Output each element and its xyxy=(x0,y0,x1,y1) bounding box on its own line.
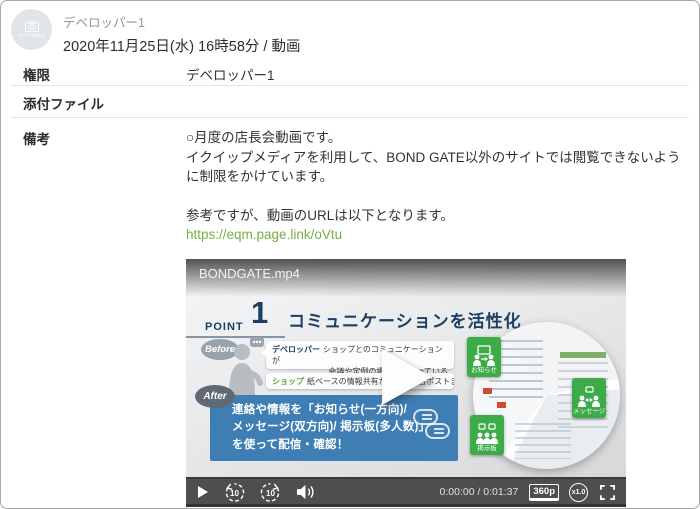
avatar: NO PHOTO xyxy=(11,9,52,50)
screenshot-texture xyxy=(497,402,506,408)
forward-10-button[interactable]: 10 xyxy=(260,482,281,503)
post-header: NO PHOTO デベロッパー1 2020年11月25日(水) 16時58分 /… xyxy=(11,9,300,56)
bubble-tag: ショップ xyxy=(272,377,304,386)
playback-speed-button[interactable]: x1.0 xyxy=(569,483,588,502)
play-overlay-button[interactable] xyxy=(378,347,436,409)
after-line-3: を使って配信・確認！ xyxy=(232,437,430,454)
after-badge: After xyxy=(195,385,235,408)
badge-keijiban: 掲示板 xyxy=(470,415,504,455)
video-url-link[interactable]: https://eqm.page.link/oVtu xyxy=(186,227,342,242)
quality-button[interactable]: 360p xyxy=(529,484,559,501)
permission-label: 権限 xyxy=(23,64,50,84)
divider xyxy=(11,117,689,118)
author-name: デベロッパー1 xyxy=(63,12,300,31)
remarks-spacer xyxy=(186,187,691,206)
chat-bubble-icon xyxy=(425,423,450,439)
remarks-line-1: ○月度の店長会動画です。 xyxy=(186,128,691,148)
badge-label: 掲示板 xyxy=(477,445,497,453)
volume-icon xyxy=(296,484,315,500)
after-message-text: 連絡や情報を「お知らせ(一方向)/ メッセージ(双方向)/ 掲示板(多人数)」 … xyxy=(232,402,430,454)
fullscreen-icon xyxy=(600,485,615,500)
badge-message: メッセージ xyxy=(572,378,606,418)
slide-point-label: POINT xyxy=(205,321,244,333)
video-screen[interactable]: BONDGATE.mp4 POINT 1 コミュニケーションを活性化 Befor… xyxy=(186,259,626,477)
divider xyxy=(11,85,689,86)
post-header-text: デベロッパー1 2020年11月25日(水) 16時58分 / 動画 xyxy=(63,9,300,56)
avatar-no-photo-label: NO PHOTO xyxy=(18,33,45,38)
time-display: 0:00:00 / 0:01:37 xyxy=(440,486,519,498)
bulletin-board-people-icon xyxy=(475,423,499,445)
fullscreen-button[interactable] xyxy=(600,485,615,500)
permission-value: デベロッパー1 xyxy=(186,64,275,84)
video-control-bar: 10 10 0:00:00 / 0:01:37 360p x xyxy=(186,477,626,507)
message-people-icon xyxy=(577,386,601,408)
screenshot-texture xyxy=(483,388,492,394)
attachments-label: 添付ファイル xyxy=(23,93,104,113)
slide-heading: コミュニケーションを活性化 xyxy=(288,307,522,332)
forward-10-icon: 10 xyxy=(260,482,281,503)
remarks-line-3: 参考ですが、動画のURLは以下となります。 xyxy=(186,206,691,226)
rewind-10-button[interactable]: 10 xyxy=(224,482,245,503)
remarks-label: 備考 xyxy=(23,128,50,148)
screenshot-texture xyxy=(560,352,606,358)
camera-icon xyxy=(25,21,39,32)
announcement-people-icon xyxy=(472,345,496,367)
svg-text:10: 10 xyxy=(266,488,276,497)
video-filename: BONDGATE.mp4 xyxy=(199,266,300,281)
rewind-10-icon: 10 xyxy=(224,482,245,503)
video-player[interactable]: BONDGATE.mp4 POINT 1 コミュニケーションを活性化 Befor… xyxy=(186,259,626,507)
remarks-line-2: イクイップメディアを利用して、BOND GATE以外のサイトでは閲覧できないよう… xyxy=(186,148,691,187)
after-line-2: メッセージ(双方向)/ 掲示板(多人数)」 xyxy=(232,419,430,436)
bubble-tag: デベロッパー xyxy=(272,345,320,354)
svg-text:10: 10 xyxy=(230,488,240,497)
post-detail-page: NO PHOTO デベロッパー1 2020年11月25日(水) 16時58分 /… xyxy=(0,0,700,509)
badge-oshirase: お知らせ xyxy=(467,337,501,377)
play-overlay-icon xyxy=(378,347,436,409)
screenshot-texture xyxy=(515,423,571,459)
volume-button[interactable] xyxy=(296,484,315,500)
badge-label: メッセージ xyxy=(573,408,605,416)
play-button[interactable] xyxy=(197,485,209,499)
person-icon xyxy=(228,335,268,395)
play-icon xyxy=(197,485,209,499)
remarks-content: ○月度の店長会動画です。 イクイップメディアを利用して、BOND GATE以外の… xyxy=(186,128,691,245)
badge-label: お知らせ xyxy=(471,367,497,375)
slide-point-number: 1 xyxy=(251,295,268,331)
post-date: 2020年11月25日(水) 16時58分 / 動画 xyxy=(63,35,300,56)
